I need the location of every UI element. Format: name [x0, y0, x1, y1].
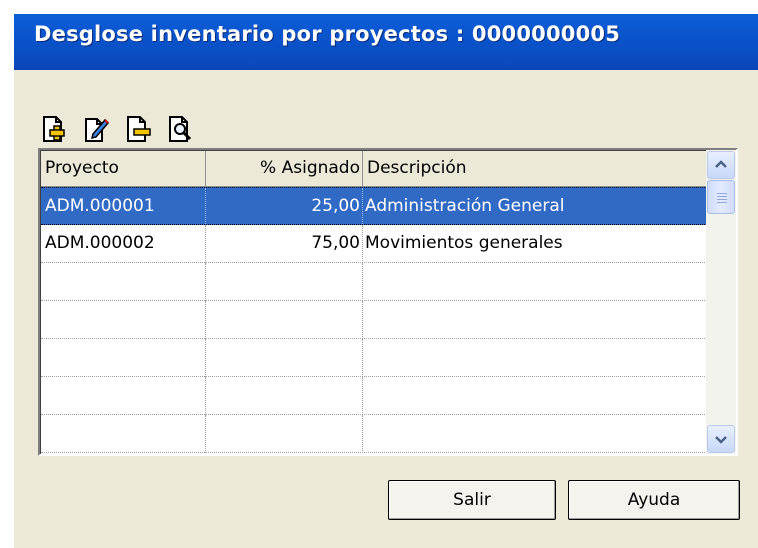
table-row[interactable]: ADM.000001 25,00 Administración General — [41, 187, 707, 226]
empty-cell[interactable] — [363, 377, 707, 415]
empty-cell[interactable] — [363, 263, 707, 301]
scroll-down-button[interactable] — [707, 425, 735, 453]
empty-cell[interactable] — [206, 377, 363, 415]
empty-row[interactable] — [41, 339, 707, 377]
empty-cell[interactable] — [206, 301, 363, 339]
cell-descripcion[interactable]: Movimientos generales — [363, 225, 707, 263]
column-header-asignado[interactable]: % Asignado — [206, 151, 363, 187]
empty-cell[interactable] — [363, 339, 707, 377]
column-header-descripcion[interactable]: Descripción — [363, 151, 707, 187]
cell-proyecto[interactable]: ADM.000002 — [41, 225, 206, 263]
edit-document-icon — [85, 118, 110, 142]
scroll-grip — [717, 199, 727, 200]
toolbar — [40, 114, 240, 148]
table-row[interactable]: ADM.000002 75,00 Movimientos generales — [41, 225, 707, 263]
empty-cell[interactable] — [363, 415, 707, 453]
empty-cell[interactable] — [206, 263, 363, 301]
empty-cell[interactable] — [41, 339, 206, 377]
dialog-window: Desglose inventario por proyectos : 0000… — [14, 14, 758, 548]
column-header-proyecto[interactable]: Proyecto — [41, 151, 206, 187]
cell-proyecto[interactable]: ADM.000001 — [41, 188, 206, 226]
empty-cell[interactable] — [206, 415, 363, 453]
vertical-scrollbar[interactable] — [706, 150, 736, 454]
empty-row[interactable] — [41, 301, 707, 339]
scroll-thumb[interactable] — [707, 180, 735, 214]
add-record-button[interactable] — [40, 114, 70, 144]
scroll-grip — [717, 193, 727, 194]
projects-grid: Proyecto % Asignado Descripción ADM.0000… — [38, 148, 738, 456]
grid-body: Proyecto % Asignado Descripción ADM.0000… — [40, 150, 707, 454]
view-record-button[interactable] — [166, 114, 196, 144]
add-document-icon — [43, 116, 65, 142]
empty-cell[interactable] — [41, 301, 206, 339]
column-header-asignado-label: % Asignado — [260, 158, 360, 178]
chevron-down-icon — [715, 436, 727, 444]
view-document-icon — [169, 116, 192, 142]
empty-row[interactable] — [41, 415, 707, 453]
chevron-up-icon — [715, 160, 727, 168]
empty-cell[interactable] — [206, 339, 363, 377]
empty-cell[interactable] — [363, 301, 707, 339]
empty-row[interactable] — [41, 377, 707, 415]
title-bar[interactable]: Desglose inventario por proyectos : 0000… — [14, 14, 758, 70]
exit-button[interactable]: Salir — [388, 480, 556, 520]
remove-document-icon — [127, 116, 151, 142]
empty-cell[interactable] — [41, 263, 206, 301]
scroll-grip — [717, 196, 727, 197]
cell-asignado[interactable]: 25,00 — [206, 188, 363, 226]
cell-descripcion[interactable]: Administración General — [363, 188, 707, 226]
scroll-up-button[interactable] — [707, 151, 735, 179]
column-header-descripcion-label: Descripción — [367, 158, 467, 178]
edit-record-button[interactable] — [82, 114, 112, 144]
empty-row[interactable] — [41, 263, 707, 301]
column-header-proyecto-label: Proyecto — [45, 158, 119, 178]
empty-cell[interactable] — [41, 415, 206, 453]
empty-cell[interactable] — [41, 377, 206, 415]
remove-record-button[interactable] — [124, 114, 154, 144]
scroll-grip — [717, 202, 727, 203]
help-button[interactable]: Ayuda — [568, 480, 740, 520]
cell-asignado[interactable]: 75,00 — [206, 225, 363, 263]
window-title: Desglose inventario por proyectos : 0000… — [34, 22, 621, 46]
